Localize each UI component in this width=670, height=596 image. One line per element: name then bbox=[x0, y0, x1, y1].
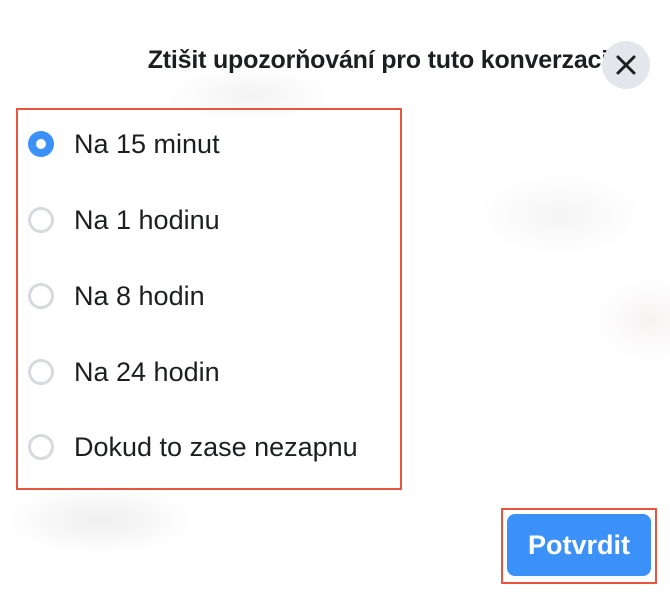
option-label: Na 24 hodin bbox=[74, 356, 220, 387]
radio-button[interactable] bbox=[28, 283, 54, 309]
option-label: Na 8 hodin bbox=[74, 280, 205, 311]
dialog-title: Ztišit upozorňování pro tuto konverzaci bbox=[147, 46, 608, 74]
confirm-button[interactable]: Potvrdit bbox=[507, 514, 651, 576]
close-icon bbox=[616, 55, 636, 75]
radio-button[interactable] bbox=[28, 207, 54, 233]
option-1-hour[interactable]: Na 1 hodinu bbox=[28, 198, 388, 242]
option-24-hours[interactable]: Na 24 hodin bbox=[28, 350, 388, 394]
option-8-hours[interactable]: Na 8 hodin bbox=[28, 274, 388, 318]
option-label: Dokud to zase nezapnu bbox=[74, 431, 358, 462]
radio-button[interactable] bbox=[28, 359, 54, 385]
option-label: Na 15 minut bbox=[74, 128, 220, 159]
option-label: Na 1 hodinu bbox=[74, 204, 220, 235]
radio-button[interactable] bbox=[28, 434, 54, 460]
radio-button-selected[interactable] bbox=[28, 131, 54, 157]
close-button[interactable] bbox=[602, 41, 650, 89]
option-until-turned-on[interactable]: Dokud to zase nezapnu bbox=[28, 425, 388, 469]
option-15-minutes[interactable]: Na 15 minut bbox=[28, 122, 388, 166]
mute-notifications-dialog: Ztišit upozorňování pro tuto konverzaci … bbox=[0, 0, 670, 596]
